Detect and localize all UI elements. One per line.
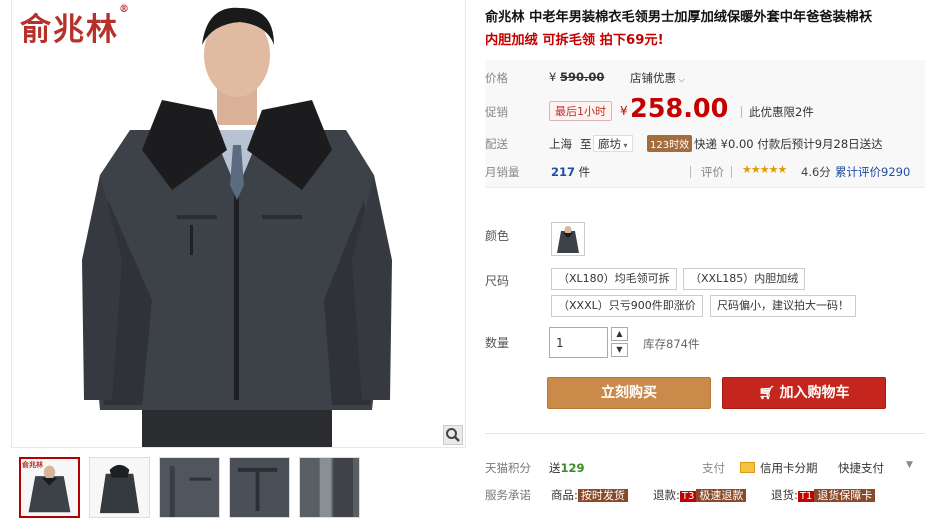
color-swatch[interactable] <box>551 222 585 256</box>
thumbnail-5[interactable] <box>299 457 360 518</box>
credit-card-icon <box>740 462 755 473</box>
rating-score: 4.6分 <box>801 165 831 179</box>
shop-promo-dropdown[interactable]: 店铺优惠 ⌵ <box>630 70 685 86</box>
chevron-down-icon: ⌵ <box>676 75 685 84</box>
review-label: 评价 <box>701 165 724 179</box>
shipping-label: 配送 <box>485 137 508 151</box>
buy-now-button[interactable]: 立刻购买 <box>547 377 711 409</box>
size-option-xl[interactable]: （XL180）均毛领可拆 <box>551 268 677 290</box>
thumbnail-2[interactable] <box>89 457 150 518</box>
magnifier-icon <box>446 428 460 442</box>
size-option-xxl[interactable]: （XXL185）内胆加绒 <box>683 268 806 290</box>
service-return: 退货: T1 退货保障卡 <box>771 487 876 503</box>
thumbnail-3[interactable] <box>159 457 220 518</box>
size-option-xxxl[interactable]: （XXXL）只亏900件即涨价 <box>551 295 703 317</box>
product-title: 俞兆林 中老年男装棉衣毛领男士加厚加绒保暖外套中年爸爸装棉袄 <box>485 10 873 25</box>
size-label: 尺码 <box>485 274 510 288</box>
color-label: 颜色 <box>485 229 510 243</box>
size-note[interactable]: 尺码偏小，建议拍大一码！ <box>710 295 856 317</box>
product-info: 俞兆林 中老年男装棉衣毛领男士加厚加绒保暖外套中年爸爸装棉袄 内胆加绒 可拆毛领… <box>485 0 930 530</box>
thumb-brand: 俞兆林 <box>22 461 43 469</box>
pay-quick[interactable]: 快捷支付 <box>838 460 884 476</box>
express-info: 快递 ¥0.00 付款后预计9月28日送达 <box>694 137 883 151</box>
divider <box>690 166 691 178</box>
original-price: ¥ 590.00 <box>549 70 605 84</box>
product-subtitle: 内胆加绒 可拆毛领 拍下69元! <box>485 33 664 48</box>
main-product-image[interactable]: 俞兆林® <box>11 0 466 448</box>
service-item: 商品: 按时发货 <box>551 487 628 503</box>
last-hour-badge: 最后1小时 <box>549 101 612 121</box>
divider <box>731 166 732 178</box>
add-to-cart-button[interactable]: 🛒︎ 加入购物车 <box>722 377 886 409</box>
ship-to-word: 至 <box>580 137 592 151</box>
thumbnail-1[interactable]: 俞兆林 <box>19 457 80 518</box>
monthly-sales: 217 件 <box>551 165 591 179</box>
current-price: 258.00 <box>630 94 729 124</box>
section-divider <box>485 433 925 434</box>
chevron-down-icon: ▾ <box>621 141 628 150</box>
pay-card-installment[interactable]: 信用卡分期 <box>760 460 818 476</box>
brand-logo: 俞兆林® <box>20 4 131 48</box>
promo-label: 促销 <box>485 105 508 119</box>
cart-icon: 🛒︎ <box>758 386 780 401</box>
service-label: 服务承诺 <box>485 488 531 502</box>
destination-select[interactable]: 廊坊 ▾ <box>593 135 633 152</box>
review-total-link[interactable]: 累计评价9290 <box>835 164 910 180</box>
points-value: 送129 <box>549 461 585 475</box>
thumbnail-4[interactable] <box>229 457 290 518</box>
price-label: 价格 <box>485 71 508 85</box>
ship-from: 上海 <box>549 137 572 151</box>
price-panel: 价格 ¥ 590.00 店铺优惠 ⌵ 促销 最后1小时 ¥ 258.00 此优惠… <box>485 60 925 188</box>
zoom-icon[interactable] <box>443 425 463 445</box>
stock-count: 库存874件 <box>643 337 700 351</box>
currency-symbol: ¥ <box>620 104 628 118</box>
pay-label: 支付 <box>702 461 725 475</box>
product-gallery: 俞兆林® 俞兆林 <box>11 0 466 530</box>
quantity-increase-button[interactable]: ▲ <box>611 327 628 341</box>
sales-label: 月销量 <box>485 165 520 179</box>
thumbnail-strip: 俞兆林 <box>19 457 360 518</box>
expand-chevron-icon[interactable]: ▼ <box>906 460 913 470</box>
divider <box>741 106 742 118</box>
promo-limit: 此优惠限2件 <box>749 105 814 119</box>
service-refund: 退款: T3 极速退款 <box>653 487 747 503</box>
quantity-input[interactable] <box>549 327 608 358</box>
quantity-label: 数量 <box>485 336 510 350</box>
time-badge: 123时效 <box>647 135 693 152</box>
model-illustration <box>82 7 392 447</box>
rating-stars: ★★★★★ <box>742 163 787 176</box>
points-label: 天猫积分 <box>485 461 531 475</box>
quantity-decrease-button[interactable]: ▼ <box>611 343 628 357</box>
